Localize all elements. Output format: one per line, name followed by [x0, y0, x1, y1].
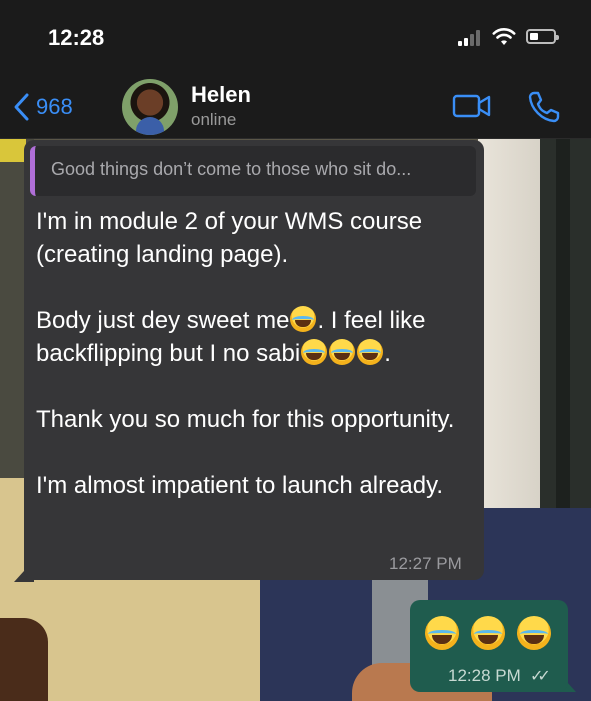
message-paragraph: Thank you so much for this opportunity.	[36, 406, 455, 433]
tears-of-joy-emoji	[329, 339, 356, 365]
contact-name[interactable]: Helen	[191, 82, 251, 108]
message-timestamp: 12:27 PM	[389, 554, 462, 573]
tears-of-joy-emoji	[517, 616, 551, 650]
message-paragraph: Body just dey sweet me	[36, 307, 290, 334]
tears-of-joy-emoji	[290, 306, 317, 332]
contact-status: online	[191, 110, 237, 129]
status-time: 12:28	[48, 25, 105, 50]
video-call-icon[interactable]	[452, 92, 492, 120]
quoted-message[interactable]: Good things don’t come to those who sit …	[30, 146, 476, 196]
chevron-left-icon	[14, 93, 29, 121]
status-bar: 12:28	[0, 0, 591, 76]
tears-of-joy-emoji	[425, 616, 459, 650]
message-paragraph: I'm in module 2 of your WMS course (crea…	[36, 208, 423, 268]
incoming-message[interactable]: Good things don’t come to those who sit …	[24, 140, 484, 580]
avatar[interactable]	[122, 79, 178, 135]
quoted-text: Good things don’t come to those who sit …	[51, 159, 412, 179]
tears-of-joy-emoji	[301, 339, 328, 365]
chat-header: 968 Helen online	[0, 76, 591, 139]
phone-icon[interactable]	[526, 89, 562, 125]
double-check-icon: ✓✓	[530, 668, 551, 685]
tears-of-joy-emoji	[357, 339, 384, 365]
unread-count: 968	[36, 94, 73, 119]
message-paragraph: I'm almost impatient to launch already.	[36, 472, 443, 499]
wallpaper-arm	[0, 618, 48, 701]
wifi-icon	[492, 28, 516, 45]
battery-icon	[526, 29, 559, 44]
emoji-row	[424, 616, 552, 650]
cellular-signal-icon	[458, 28, 484, 46]
message-paragraph: .	[384, 340, 391, 367]
message-body: I'm in module 2 of your WMS course (crea…	[36, 205, 476, 502]
back-button[interactable]: 968	[12, 90, 73, 124]
tears-of-joy-emoji	[471, 616, 505, 650]
message-timestamp: 12:28 PM	[448, 666, 521, 685]
outgoing-message[interactable]: 12:28 PM ✓✓	[410, 600, 568, 692]
wallpaper-detail	[0, 138, 26, 162]
